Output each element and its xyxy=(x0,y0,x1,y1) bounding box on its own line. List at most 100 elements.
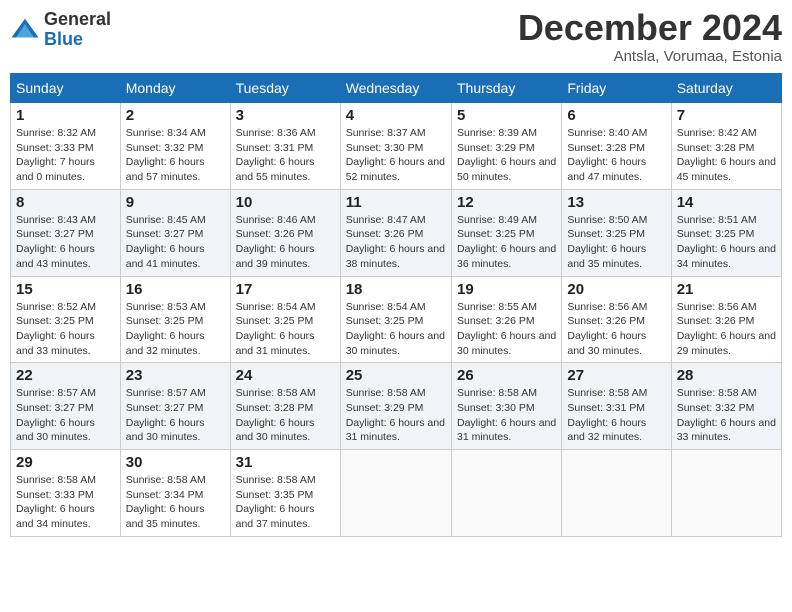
calendar-cell: 12 Sunrise: 8:49 AMSunset: 3:25 PMDayligh… xyxy=(451,189,561,276)
header-tuesday: Tuesday xyxy=(230,74,340,103)
calendar-cell: 30 Sunrise: 8:58 AMSunset: 3:34 PMDayligh… xyxy=(120,450,230,537)
cell-info: Sunrise: 8:54 AMSunset: 3:25 PMDaylight:… xyxy=(346,300,446,359)
calendar-cell: 1 Sunrise: 8:32 AMSunset: 3:33 PMDaylight… xyxy=(11,103,121,190)
day-number: 3 xyxy=(236,107,335,124)
day-number: 21 xyxy=(677,281,776,298)
day-number: 16 xyxy=(126,281,225,298)
cell-info: Sunrise: 8:54 AMSunset: 3:25 PMDaylight:… xyxy=(236,300,335,359)
logo-blue-text: Blue xyxy=(44,29,83,49)
calendar-cell: 25 Sunrise: 8:58 AMSunset: 3:29 PMDayligh… xyxy=(340,363,451,450)
day-number: 1 xyxy=(16,107,115,124)
title-block: December 2024 Antsla, Vorumaa, Estonia xyxy=(518,10,782,65)
cell-info: Sunrise: 8:45 AMSunset: 3:27 PMDaylight:… xyxy=(126,213,225,272)
calendar-cell: 7 Sunrise: 8:42 AMSunset: 3:28 PMDaylight… xyxy=(671,103,781,190)
calendar-cell xyxy=(562,450,671,537)
calendar-cell: 8 Sunrise: 8:43 AMSunset: 3:27 PMDaylight… xyxy=(11,189,121,276)
day-number: 30 xyxy=(126,454,225,471)
calendar-cell: 4 Sunrise: 8:37 AMSunset: 3:30 PMDaylight… xyxy=(340,103,451,190)
day-number: 14 xyxy=(677,194,776,211)
cell-info: Sunrise: 8:58 AMSunset: 3:34 PMDaylight:… xyxy=(126,473,225,532)
header-thursday: Thursday xyxy=(451,74,561,103)
calendar-week-3: 15Sunrise: 8:52 AMSunset: 3:25 PMDayligh… xyxy=(11,276,782,363)
cell-info: Sunrise: 8:57 AMSunset: 3:27 PMDaylight:… xyxy=(16,386,115,445)
calendar-header-row: SundayMondayTuesdayWednesdayThursdayFrid… xyxy=(11,74,782,103)
day-number: 9 xyxy=(126,194,225,211)
cell-info: Sunrise: 8:57 AMSunset: 3:27 PMDaylight:… xyxy=(126,386,225,445)
day-number: 2 xyxy=(126,107,225,124)
calendar-cell: 19 Sunrise: 8:55 AMSunset: 3:26 PMDayligh… xyxy=(451,276,561,363)
calendar-cell: 5Sunrise: 8:39 AMSunset: 3:29 PMDaylight… xyxy=(451,103,561,190)
calendar-cell: 13 Sunrise: 8:50 AMSunset: 3:25 PMDayligh… xyxy=(562,189,671,276)
calendar-cell xyxy=(451,450,561,537)
cell-info: Sunrise: 8:56 AMSunset: 3:26 PMDaylight:… xyxy=(677,300,776,359)
calendar-cell: 15Sunrise: 8:52 AMSunset: 3:25 PMDayligh… xyxy=(11,276,121,363)
logo-general-text: General xyxy=(44,9,111,29)
calendar-cell: 9 Sunrise: 8:45 AMSunset: 3:27 PMDaylight… xyxy=(120,189,230,276)
calendar-cell: 21 Sunrise: 8:56 AMSunset: 3:26 PMDayligh… xyxy=(671,276,781,363)
cell-info: Sunrise: 8:36 AMSunset: 3:31 PMDaylight:… xyxy=(236,126,335,185)
cell-info: Sunrise: 8:56 AMSunset: 3:26 PMDaylight:… xyxy=(567,300,665,359)
cell-info: Sunrise: 8:53 AMSunset: 3:25 PMDaylight:… xyxy=(126,300,225,359)
calendar-cell: 27Sunrise: 8:58 AMSunset: 3:31 PMDayligh… xyxy=(562,363,671,450)
calendar-cell xyxy=(340,450,451,537)
cell-info: Sunrise: 8:58 AMSunset: 3:29 PMDaylight:… xyxy=(346,386,446,445)
cell-info: Sunrise: 8:58 AMSunset: 3:28 PMDaylight:… xyxy=(236,386,335,445)
page-header: General Blue December 2024 Antsla, Vorum… xyxy=(10,10,782,65)
calendar-cell: 14 Sunrise: 8:51 AMSunset: 3:25 PMDayligh… xyxy=(671,189,781,276)
cell-info: Sunrise: 8:58 AMSunset: 3:33 PMDaylight:… xyxy=(16,473,115,532)
calendar-cell: 24 Sunrise: 8:58 AMSunset: 3:28 PMDayligh… xyxy=(230,363,340,450)
cell-info: Sunrise: 8:43 AMSunset: 3:27 PMDaylight:… xyxy=(16,213,115,272)
cell-info: Sunrise: 8:39 AMSunset: 3:29 PMDaylight:… xyxy=(457,126,556,185)
calendar-cell: 2 Sunrise: 8:34 AMSunset: 3:32 PMDaylight… xyxy=(120,103,230,190)
day-number: 22 xyxy=(16,367,115,384)
cell-info: Sunrise: 8:47 AMSunset: 3:26 PMDaylight:… xyxy=(346,213,446,272)
calendar-cell: 6Sunrise: 8:40 AMSunset: 3:28 PMDaylight… xyxy=(562,103,671,190)
logo-icon xyxy=(10,15,40,45)
day-number: 11 xyxy=(346,194,446,211)
day-number: 23 xyxy=(126,367,225,384)
day-number: 13 xyxy=(567,194,665,211)
header-saturday: Saturday xyxy=(671,74,781,103)
day-number: 29 xyxy=(16,454,115,471)
day-number: 20 xyxy=(567,281,665,298)
day-number: 27 xyxy=(567,367,665,384)
cell-info: Sunrise: 8:42 AMSunset: 3:28 PMDaylight:… xyxy=(677,126,776,185)
cell-info: Sunrise: 8:34 AMSunset: 3:32 PMDaylight:… xyxy=(126,126,225,185)
calendar-cell: 28Sunrise: 8:58 AMSunset: 3:32 PMDayligh… xyxy=(671,363,781,450)
cell-info: Sunrise: 8:58 AMSunset: 3:35 PMDaylight:… xyxy=(236,473,335,532)
cell-info: Sunrise: 8:55 AMSunset: 3:26 PMDaylight:… xyxy=(457,300,556,359)
calendar-cell: 20 Sunrise: 8:56 AMSunset: 3:26 PMDayligh… xyxy=(562,276,671,363)
day-number: 7 xyxy=(677,107,776,124)
day-number: 19 xyxy=(457,281,556,298)
calendar-cell: 18Sunrise: 8:54 AMSunset: 3:25 PMDayligh… xyxy=(340,276,451,363)
day-number: 4 xyxy=(346,107,446,124)
month-title: December 2024 xyxy=(518,10,782,46)
logo: General Blue xyxy=(10,10,111,50)
cell-info: Sunrise: 8:46 AMSunset: 3:26 PMDaylight:… xyxy=(236,213,335,272)
cell-info: Sunrise: 8:32 AMSunset: 3:33 PMDaylight:… xyxy=(16,126,115,185)
calendar-week-4: 22 Sunrise: 8:57 AMSunset: 3:27 PMDayligh… xyxy=(11,363,782,450)
cell-info: Sunrise: 8:52 AMSunset: 3:25 PMDaylight:… xyxy=(16,300,115,359)
cell-info: Sunrise: 8:50 AMSunset: 3:25 PMDaylight:… xyxy=(567,213,665,272)
day-number: 8 xyxy=(16,194,115,211)
calendar-table: SundayMondayTuesdayWednesdayThursdayFrid… xyxy=(10,73,782,537)
cell-info: Sunrise: 8:37 AMSunset: 3:30 PMDaylight:… xyxy=(346,126,446,185)
cell-info: Sunrise: 8:49 AMSunset: 3:25 PMDaylight:… xyxy=(457,213,556,272)
cell-info: Sunrise: 8:51 AMSunset: 3:25 PMDaylight:… xyxy=(677,213,776,272)
cell-info: Sunrise: 8:58 AMSunset: 3:32 PMDaylight:… xyxy=(677,386,776,445)
calendar-cell: 17Sunrise: 8:54 AMSunset: 3:25 PMDayligh… xyxy=(230,276,340,363)
header-sunday: Sunday xyxy=(11,74,121,103)
calendar-cell: 23 Sunrise: 8:57 AMSunset: 3:27 PMDayligh… xyxy=(120,363,230,450)
day-number: 26 xyxy=(457,367,556,384)
calendar-cell xyxy=(671,450,781,537)
day-number: 6 xyxy=(567,107,665,124)
calendar-cell: 11 Sunrise: 8:47 AMSunset: 3:26 PMDayligh… xyxy=(340,189,451,276)
calendar-week-1: 1 Sunrise: 8:32 AMSunset: 3:33 PMDaylight… xyxy=(11,103,782,190)
calendar-cell: 10Sunrise: 8:46 AMSunset: 3:26 PMDayligh… xyxy=(230,189,340,276)
day-number: 25 xyxy=(346,367,446,384)
header-wednesday: Wednesday xyxy=(340,74,451,103)
calendar-cell: 31Sunrise: 8:58 AMSunset: 3:35 PMDayligh… xyxy=(230,450,340,537)
day-number: 24 xyxy=(236,367,335,384)
day-number: 12 xyxy=(457,194,556,211)
header-friday: Friday xyxy=(562,74,671,103)
